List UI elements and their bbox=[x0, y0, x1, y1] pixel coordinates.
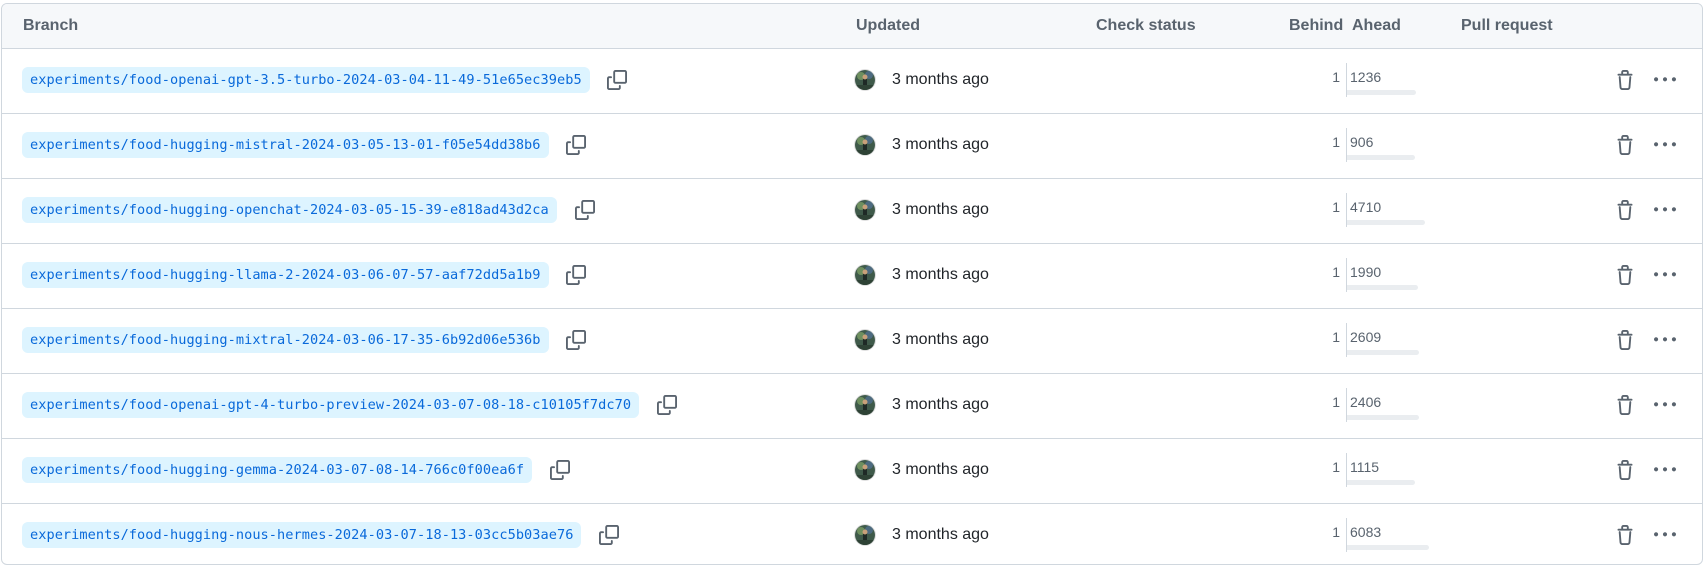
updated-time: 3 months ago bbox=[892, 201, 989, 218]
behind-count: 1 bbox=[1332, 329, 1340, 345]
behind-count: 1 bbox=[1332, 69, 1340, 85]
ahead-count: 1236 bbox=[1350, 69, 1382, 85]
trash-icon[interactable] bbox=[1613, 68, 1637, 92]
kebab-horizontal-icon[interactable] bbox=[1651, 68, 1679, 92]
trash-icon[interactable] bbox=[1613, 393, 1637, 417]
ahead-count: 1990 bbox=[1350, 264, 1382, 280]
copy-icon[interactable] bbox=[594, 520, 624, 550]
ahead-bar bbox=[1347, 545, 1429, 550]
user-avatar[interactable] bbox=[855, 460, 875, 480]
behind-count: 1 bbox=[1332, 459, 1340, 475]
behind-count: 1 bbox=[1332, 264, 1340, 280]
column-header-ahead: Ahead bbox=[1352, 17, 1401, 34]
branch-name-link[interactable]: experiments/food-hugging-mistral-2024-03… bbox=[22, 132, 549, 158]
kebab-horizontal-icon[interactable] bbox=[1651, 458, 1679, 482]
ahead-count: 2406 bbox=[1350, 394, 1382, 410]
copy-icon[interactable] bbox=[652, 390, 682, 420]
kebab-horizontal-icon[interactable] bbox=[1651, 393, 1679, 417]
updated-time: 3 months ago bbox=[892, 331, 989, 348]
user-avatar[interactable] bbox=[855, 265, 875, 285]
branch-name-link[interactable]: experiments/food-hugging-llama-2-2024-03… bbox=[22, 262, 549, 288]
branch-name-link[interactable]: experiments/food-hugging-mixtral-2024-03… bbox=[22, 327, 549, 353]
copy-icon[interactable] bbox=[570, 195, 600, 225]
table-row: experiments/food-hugging-openchat-2024-0… bbox=[2, 179, 1702, 244]
branch-name-link[interactable]: experiments/food-hugging-nous-hermes-202… bbox=[22, 522, 582, 548]
ahead-bar bbox=[1347, 285, 1418, 290]
copy-icon[interactable] bbox=[561, 325, 591, 355]
column-header-check-status: Check status bbox=[1096, 17, 1196, 34]
branch-name-link[interactable]: experiments/food-openai-gpt-3.5-turbo-20… bbox=[22, 67, 590, 93]
ahead-bar bbox=[1347, 350, 1419, 355]
ahead-bar bbox=[1347, 90, 1416, 95]
kebab-horizontal-icon[interactable] bbox=[1651, 263, 1679, 287]
kebab-horizontal-icon[interactable] bbox=[1651, 523, 1679, 547]
user-avatar[interactable] bbox=[855, 70, 875, 90]
branch-name-link[interactable]: experiments/food-hugging-openchat-2024-0… bbox=[22, 197, 557, 223]
updated-time: 3 months ago bbox=[892, 266, 989, 283]
ahead-count: 2609 bbox=[1350, 329, 1382, 345]
branch-name-link[interactable]: experiments/food-openai-gpt-4-turbo-prev… bbox=[22, 392, 640, 418]
kebab-horizontal-icon[interactable] bbox=[1651, 328, 1679, 352]
updated-time: 3 months ago bbox=[892, 461, 989, 478]
trash-icon[interactable] bbox=[1613, 458, 1637, 482]
behind-count: 1 bbox=[1332, 134, 1340, 150]
column-header-behind: Behind bbox=[1289, 17, 1344, 34]
table-row: experiments/food-openai-gpt-4-turbo-prev… bbox=[2, 374, 1702, 439]
table-row: experiments/food-hugging-llama-2-2024-03… bbox=[2, 244, 1702, 309]
updated-time: 3 months ago bbox=[892, 136, 989, 153]
user-avatar[interactable] bbox=[855, 135, 875, 155]
ahead-count: 4710 bbox=[1350, 199, 1382, 215]
column-header-updated: Updated bbox=[856, 17, 920, 34]
table-row: experiments/food-hugging-mistral-2024-03… bbox=[2, 114, 1702, 179]
ahead-bar bbox=[1347, 415, 1419, 420]
updated-time: 3 months ago bbox=[892, 396, 989, 413]
user-avatar[interactable] bbox=[855, 330, 875, 350]
column-header-branch: Branch bbox=[23, 17, 79, 34]
trash-icon[interactable] bbox=[1613, 263, 1637, 287]
ahead-bar bbox=[1347, 220, 1425, 225]
copy-icon[interactable] bbox=[561, 130, 591, 160]
branch-rows: experiments/food-openai-gpt-3.5-turbo-20… bbox=[2, 49, 1702, 564]
copy-icon[interactable] bbox=[545, 455, 575, 485]
trash-icon[interactable] bbox=[1613, 328, 1637, 352]
copy-icon[interactable] bbox=[602, 65, 632, 95]
branches-table: Branch Updated Check status Behind Ahead… bbox=[1, 3, 1703, 565]
table-row: experiments/food-hugging-nous-hermes-202… bbox=[2, 504, 1702, 564]
user-avatar[interactable] bbox=[855, 395, 875, 415]
trash-icon[interactable] bbox=[1613, 523, 1637, 547]
ahead-bar bbox=[1347, 155, 1415, 160]
column-header-pull-request: Pull request bbox=[1461, 17, 1553, 34]
behind-count: 1 bbox=[1332, 199, 1340, 215]
ahead-count: 906 bbox=[1350, 134, 1374, 150]
ahead-bar bbox=[1347, 480, 1415, 485]
copy-icon[interactable] bbox=[561, 260, 591, 290]
table-row: experiments/food-hugging-gemma-2024-03-0… bbox=[2, 439, 1702, 504]
user-avatar[interactable] bbox=[855, 200, 875, 220]
trash-icon[interactable] bbox=[1613, 133, 1637, 157]
ahead-count: 6083 bbox=[1350, 524, 1382, 540]
behind-count: 1 bbox=[1332, 394, 1340, 410]
branch-name-link[interactable]: experiments/food-hugging-gemma-2024-03-0… bbox=[22, 457, 533, 483]
kebab-horizontal-icon[interactable] bbox=[1651, 198, 1679, 222]
user-avatar[interactable] bbox=[855, 525, 875, 545]
table-header: Branch Updated Check status Behind Ahead… bbox=[2, 4, 1702, 49]
updated-time: 3 months ago bbox=[892, 71, 989, 88]
trash-icon[interactable] bbox=[1613, 198, 1637, 222]
ahead-count: 1115 bbox=[1350, 459, 1380, 475]
table-row: experiments/food-openai-gpt-3.5-turbo-20… bbox=[2, 49, 1702, 114]
updated-time: 3 months ago bbox=[892, 526, 989, 543]
kebab-horizontal-icon[interactable] bbox=[1651, 133, 1679, 157]
table-row: experiments/food-hugging-mixtral-2024-03… bbox=[2, 309, 1702, 374]
behind-count: 1 bbox=[1332, 524, 1340, 540]
